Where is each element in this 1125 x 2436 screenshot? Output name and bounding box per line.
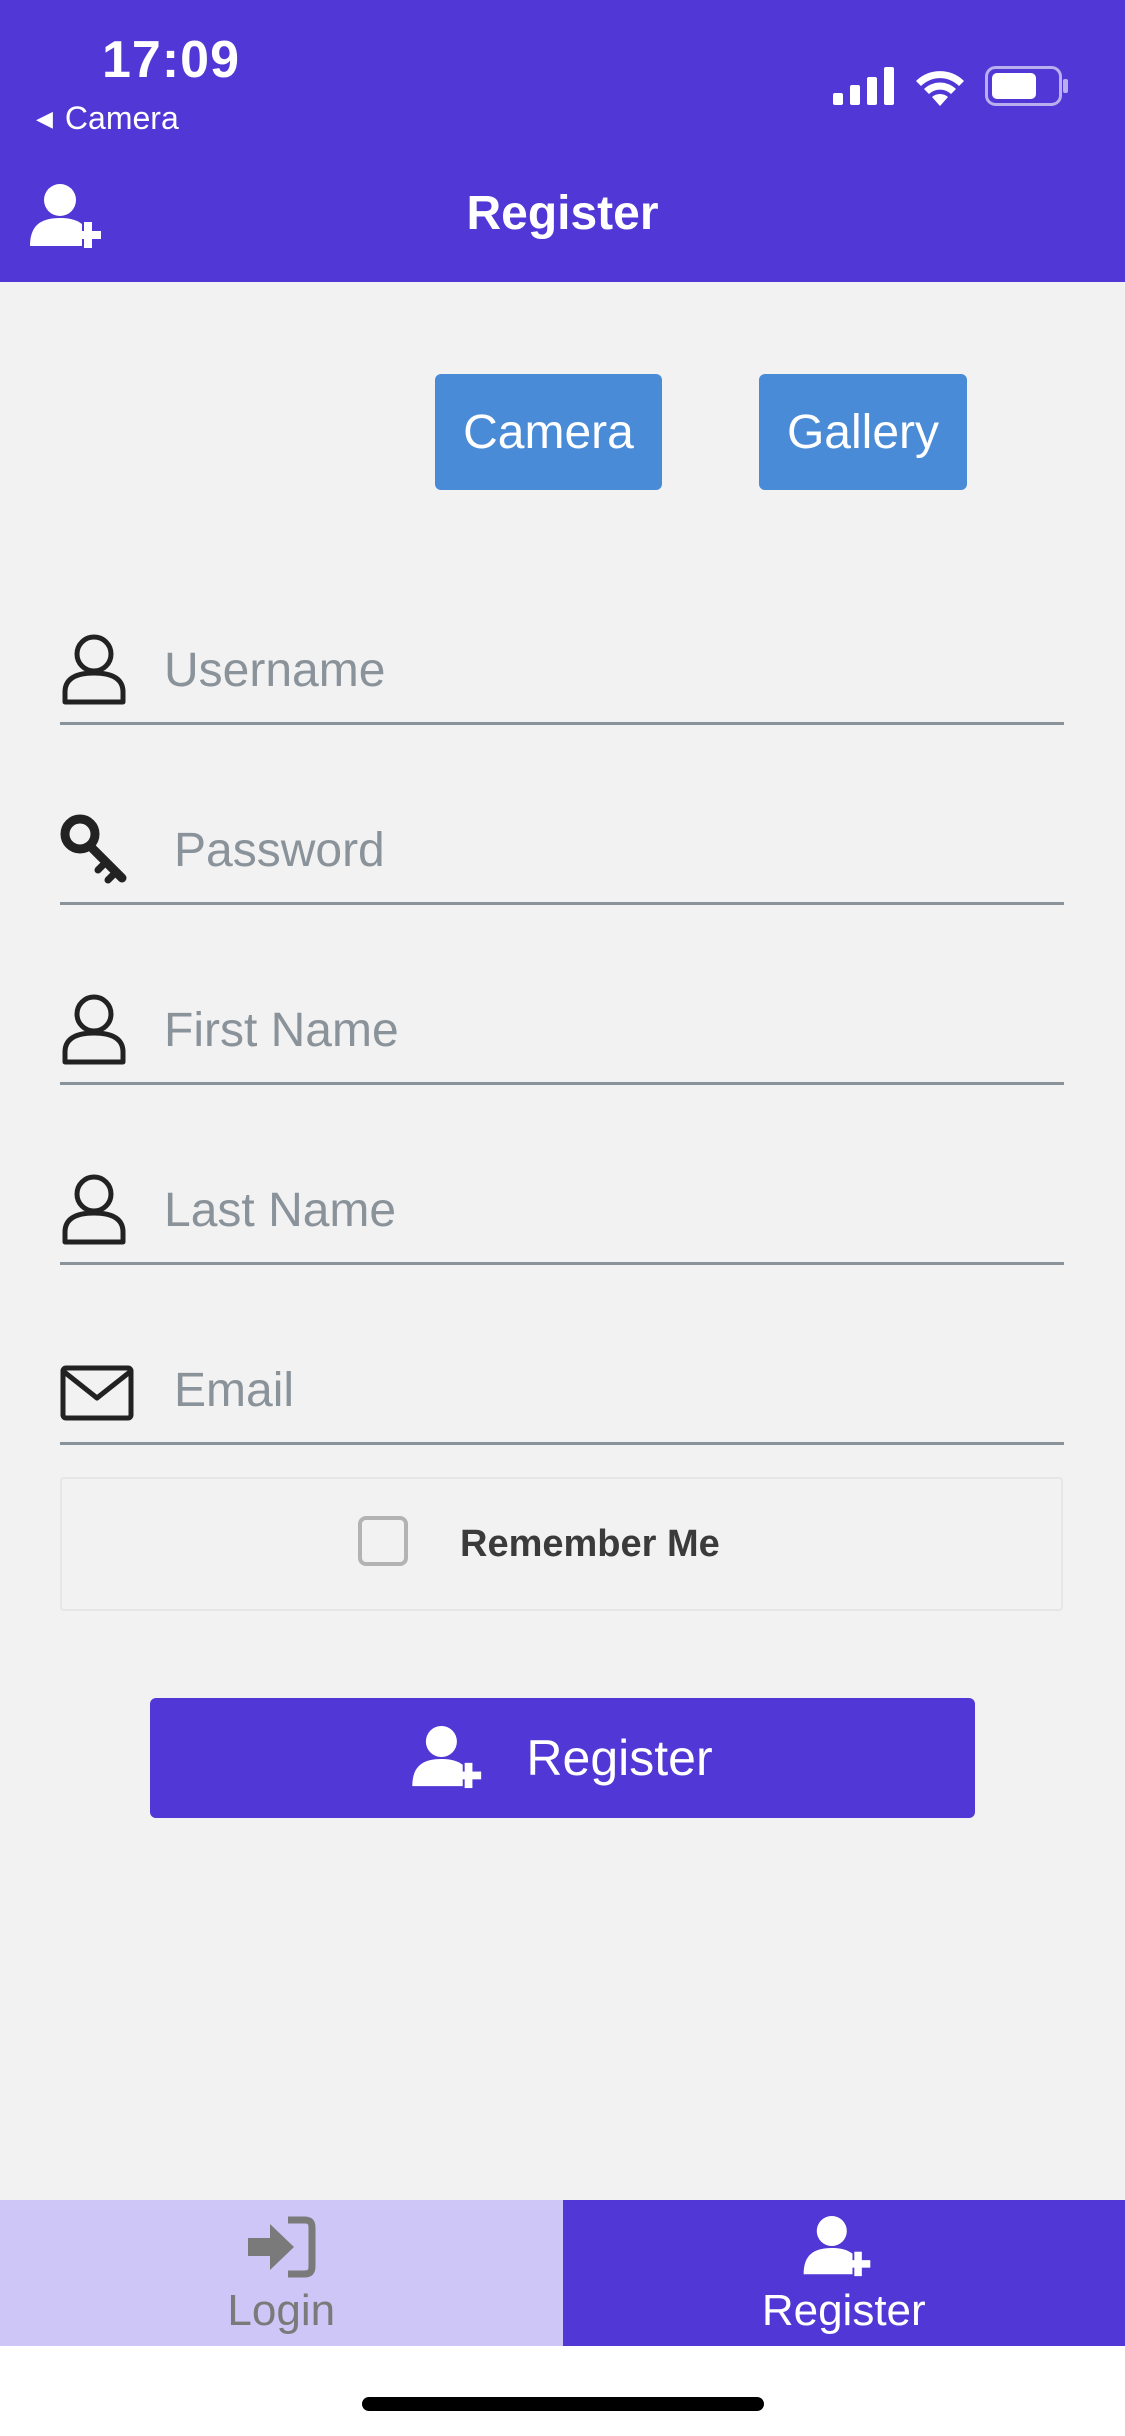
home-indicator-area bbox=[0, 2346, 1125, 2436]
remember-me-row[interactable]: Remember Me bbox=[60, 1477, 1063, 1611]
home-indicator[interactable] bbox=[362, 2397, 764, 2411]
back-app-label: Camera bbox=[64, 100, 179, 136]
user-icon bbox=[62, 634, 126, 705]
wifi-icon bbox=[916, 71, 964, 106]
register-button[interactable]: Register bbox=[150, 1698, 975, 1818]
sign-in-icon bbox=[248, 2216, 316, 2278]
remember-me-checkbox[interactable] bbox=[358, 1516, 408, 1566]
first-name-input[interactable] bbox=[164, 994, 1044, 1066]
camera-button[interactable]: Camera bbox=[435, 374, 662, 490]
battery-icon bbox=[985, 66, 1068, 106]
tab-login-label: Login bbox=[227, 2286, 336, 2335]
gallery-button[interactable]: Gallery bbox=[759, 374, 967, 490]
app-header: 17:09 ◀ Camera Register bbox=[0, 0, 1125, 282]
last-name-input[interactable] bbox=[164, 1174, 1044, 1246]
user-plus-icon bbox=[803, 2216, 871, 2277]
user-icon bbox=[62, 994, 126, 1065]
tab-register[interactable]: Register bbox=[562, 2200, 1125, 2346]
email-input[interactable] bbox=[174, 1354, 1054, 1426]
back-to-app-link[interactable]: ◀ Camera bbox=[36, 100, 179, 137]
register-button-label: Register bbox=[526, 1730, 713, 1786]
status-icons bbox=[833, 66, 1069, 106]
key-icon bbox=[60, 814, 127, 884]
tab-register-label: Register bbox=[761, 2286, 926, 2335]
user-icon bbox=[62, 1174, 126, 1245]
password-input[interactable] bbox=[174, 814, 1054, 886]
back-arrow-icon: ◀ bbox=[36, 105, 53, 131]
bottom-tab-bar: Login Register bbox=[0, 2200, 1125, 2346]
last-name-field bbox=[60, 1150, 1064, 1265]
user-plus-icon bbox=[412, 1726, 482, 1789]
tab-login[interactable]: Login bbox=[0, 2200, 563, 2346]
first-name-field bbox=[60, 970, 1064, 1085]
email-field bbox=[60, 1330, 1064, 1445]
signal-icon bbox=[833, 67, 894, 105]
page-title: Register bbox=[466, 187, 659, 240]
status-time: 17:09 bbox=[102, 31, 240, 89]
password-field bbox=[60, 790, 1064, 905]
envelope-icon bbox=[60, 1365, 134, 1421]
remember-me-label: Remember Me bbox=[460, 1523, 720, 1565]
username-input[interactable] bbox=[164, 634, 1044, 706]
username-field bbox=[60, 610, 1064, 725]
